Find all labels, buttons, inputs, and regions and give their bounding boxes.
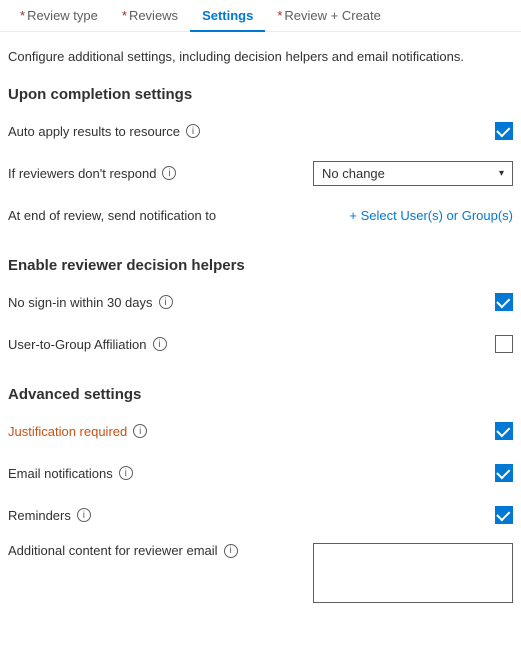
checkbox-auto-apply[interactable] [495, 122, 513, 140]
checkbox-no-signin[interactable] [495, 293, 513, 311]
setting-label-additional-content: Additional content for reviewer email i [8, 543, 238, 558]
info-icon-no-respond[interactable]: i [162, 166, 176, 180]
tab-review-type-label: Review type [27, 8, 98, 23]
info-icon-email-notifications[interactable]: i [119, 466, 133, 480]
dropdown-value-no-respond: No change [322, 166, 385, 181]
setting-row-auto-apply: Auto apply results to resource i [8, 117, 513, 145]
setting-row-no-signin: No sign-in within 30 days i [8, 288, 513, 316]
dropdown-no-respond[interactable]: No change ▾ [313, 161, 513, 186]
tab-bar: *Review type *Reviews Settings *Review +… [0, 0, 521, 32]
checkbox-reminders[interactable] [495, 506, 513, 524]
setting-text-additional-content: Additional content for reviewer email [8, 543, 218, 558]
checkbox-justification[interactable] [495, 422, 513, 440]
setting-text-no-respond: If reviewers don't respond [8, 166, 156, 181]
tab-asterisk: * [122, 8, 127, 23]
section-title-advanced: Advanced settings [8, 386, 513, 403]
setting-text-email-notifications: Email notifications [8, 466, 113, 481]
info-icon-no-signin[interactable]: i [159, 295, 173, 309]
setting-label-email-notifications: Email notifications i [8, 466, 133, 481]
tab-asterisk: * [20, 8, 25, 23]
textarea-additional-content[interactable] [313, 543, 513, 603]
setting-label-send-notification: At end of review, send notification to [8, 208, 216, 223]
page-content: Configure additional settings, including… [0, 32, 521, 647]
setting-row-reminders: Reminders i [8, 501, 513, 529]
section-advanced: Advanced settings Justification required… [8, 386, 513, 603]
setting-label-no-signin: No sign-in within 30 days i [8, 295, 173, 310]
page-description: Configure additional settings, including… [8, 48, 513, 66]
setting-label-auto-apply: Auto apply results to resource i [8, 124, 200, 139]
info-icon-reminders[interactable]: i [77, 508, 91, 522]
setting-text-reminders: Reminders [8, 508, 71, 523]
chevron-down-icon: ▾ [499, 168, 504, 179]
info-icon-justification[interactable]: i [133, 424, 147, 438]
tab-reviews[interactable]: *Reviews [110, 0, 190, 31]
section-decision-helpers: Enable reviewer decision helpers No sign… [8, 257, 513, 358]
setting-label-group-affiliation: User-to-Group Affiliation i [8, 337, 167, 352]
setting-label-no-respond: If reviewers don't respond i [8, 166, 176, 181]
setting-row-justification: Justification required i [8, 417, 513, 445]
section-title-decision-helpers: Enable reviewer decision helpers [8, 257, 513, 274]
tab-settings-label: Settings [202, 8, 253, 23]
tab-review-create[interactable]: *Review + Create [265, 0, 393, 31]
setting-row-no-respond: If reviewers don't respond i No change ▾ [8, 159, 513, 187]
setting-text-auto-apply: Auto apply results to resource [8, 124, 180, 139]
setting-row-send-notification: At end of review, send notification to +… [8, 201, 513, 229]
section-upon-completion: Upon completion settings Auto apply resu… [8, 86, 513, 229]
setting-label-justification: Justification required i [8, 424, 147, 439]
tab-review-create-label: Review + Create [284, 8, 380, 23]
setting-text-send-notification: At end of review, send notification to [8, 208, 216, 223]
info-icon-additional-content[interactable]: i [224, 544, 238, 558]
info-icon-auto-apply[interactable]: i [186, 124, 200, 138]
setting-text-group-affiliation: User-to-Group Affiliation [8, 337, 147, 352]
setting-text-no-signin: No sign-in within 30 days [8, 295, 153, 310]
tab-asterisk: * [277, 8, 282, 23]
setting-text-justification: Justification required [8, 424, 127, 439]
tab-reviews-label: Reviews [129, 8, 178, 23]
tab-review-type[interactable]: *Review type [8, 0, 110, 31]
setting-row-additional-content: Additional content for reviewer email i [8, 543, 513, 603]
info-icon-group-affiliation[interactable]: i [153, 337, 167, 351]
setting-row-email-notifications: Email notifications i [8, 459, 513, 487]
select-users-link[interactable]: + Select User(s) or Group(s) [349, 208, 513, 223]
setting-row-group-affiliation: User-to-Group Affiliation i [8, 330, 513, 358]
checkbox-email-notifications[interactable] [495, 464, 513, 482]
setting-label-reminders: Reminders i [8, 508, 91, 523]
tab-settings[interactable]: Settings [190, 0, 265, 31]
checkbox-group-affiliation[interactable] [495, 335, 513, 353]
section-title-upon-completion: Upon completion settings [8, 86, 513, 103]
